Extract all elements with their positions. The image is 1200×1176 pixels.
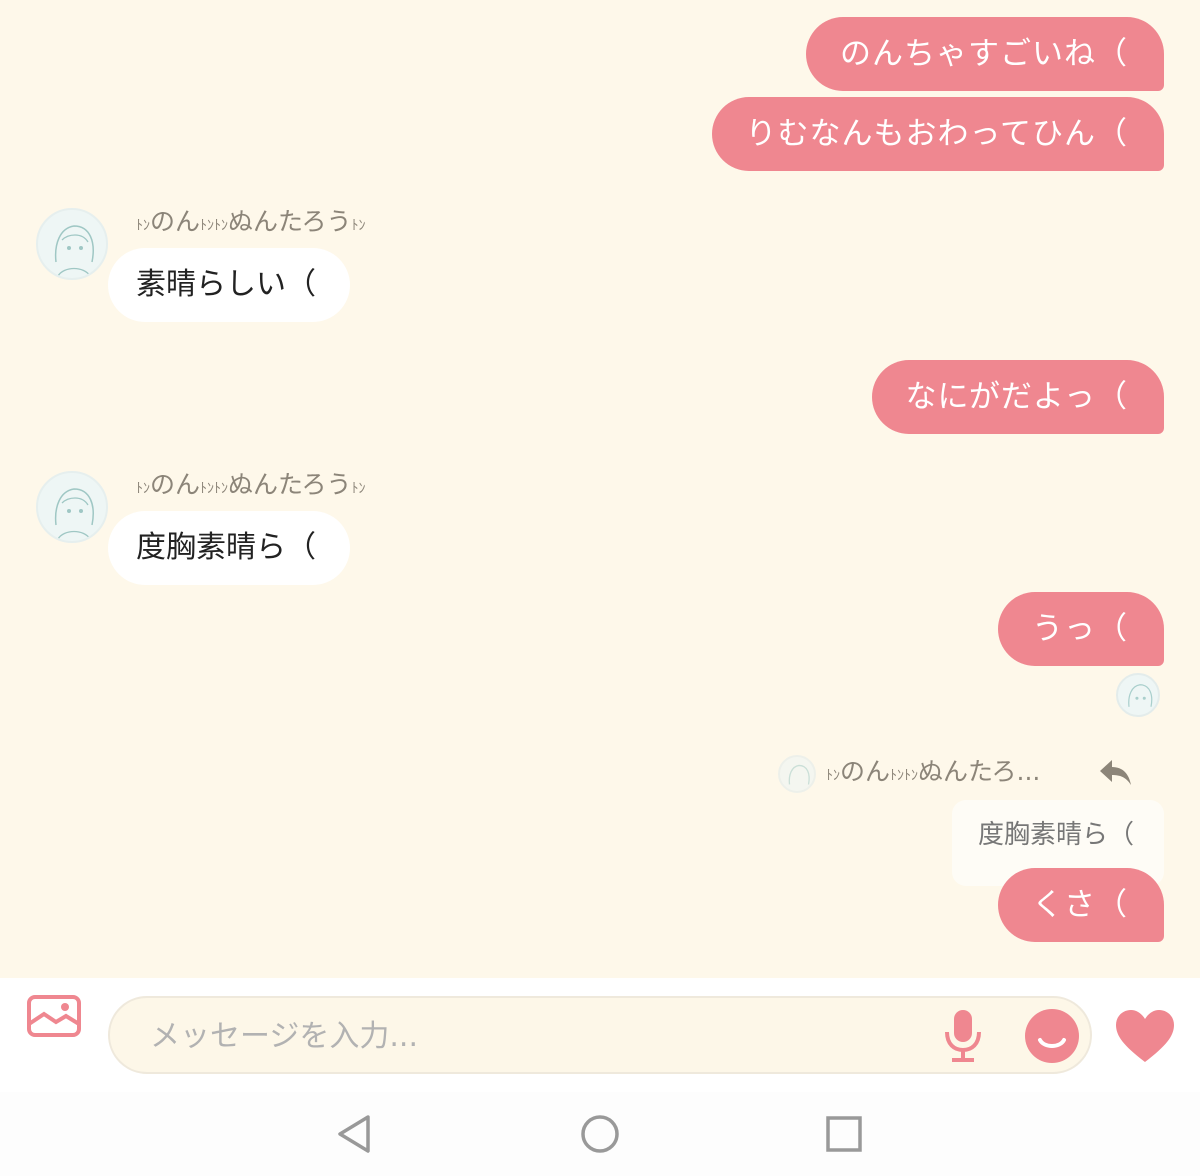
message-input-box[interactable] xyxy=(108,996,1092,1074)
avatar[interactable] xyxy=(36,208,108,280)
reply-arrow-icon xyxy=(1098,758,1134,792)
message-input[interactable] xyxy=(148,1012,912,1060)
incoming-message[interactable]: 素晴らしい（ xyxy=(108,248,350,322)
navigation-bar xyxy=(0,1092,1200,1176)
outgoing-message[interactable]: うっ（ xyxy=(998,592,1164,666)
sender-name: ﾄﾝのんﾄﾝﾄﾝぬんたろうﾄﾝ xyxy=(136,470,366,499)
read-receipt-avatar xyxy=(1116,673,1160,717)
outgoing-message[interactable]: なにがだよっ（ xyxy=(871,360,1164,434)
reply-avatar xyxy=(778,755,816,793)
heart-icon[interactable] xyxy=(1114,1008,1176,1068)
incoming-message[interactable]: 度胸素晴ら（ xyxy=(108,511,350,585)
outgoing-message[interactable]: のんちゃすごいね（ xyxy=(806,17,1164,91)
outgoing-message[interactable]: くさ（ xyxy=(998,868,1164,942)
emoji-icon[interactable] xyxy=(1024,1008,1080,1068)
home-icon[interactable] xyxy=(580,1114,620,1158)
reply-sender-name: ﾄﾝのんﾄﾝﾄﾝぬんたろ... xyxy=(826,757,1041,786)
avatar[interactable] xyxy=(36,471,108,543)
image-icon[interactable] xyxy=(26,994,82,1042)
microphone-icon[interactable] xyxy=(942,1008,984,1068)
recents-icon[interactable] xyxy=(826,1116,862,1156)
back-icon[interactable] xyxy=(336,1114,372,1158)
chat-area[interactable]: のんちゃすごいね（ りむなんもおわってひん（ ﾄﾝのんﾄﾝﾄﾝぬんたろうﾄﾝ 素… xyxy=(0,0,1200,978)
outgoing-message[interactable]: りむなんもおわってひん（ xyxy=(711,97,1164,171)
sender-name: ﾄﾝのんﾄﾝﾄﾝぬんたろうﾄﾝ xyxy=(136,207,366,236)
